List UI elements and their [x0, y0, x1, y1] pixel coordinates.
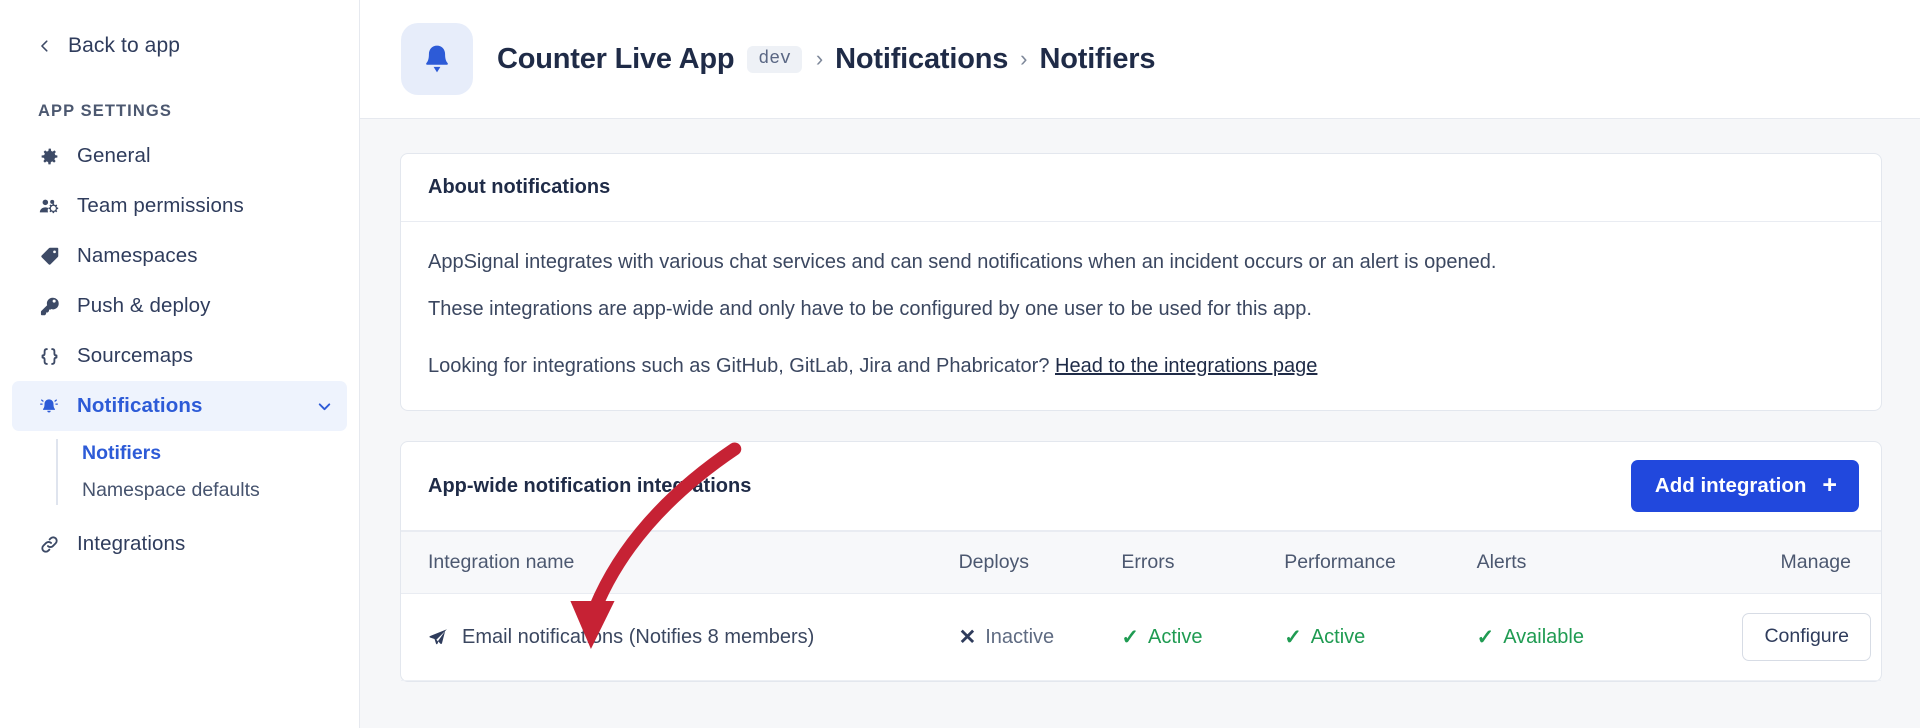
check-icon: ✓ — [1284, 625, 1302, 649]
sidebar-item-notifications[interactable]: Notifications — [12, 381, 347, 431]
sidebar-item-general[interactable]: General — [12, 131, 347, 181]
configure-button[interactable]: Configure — [1742, 613, 1871, 661]
bell-alert-icon — [38, 395, 60, 417]
add-integration-label: Add integration — [1654, 473, 1807, 497]
sidebar: Back to app APP SETTINGS General Team pe… — [0, 0, 360, 728]
page-content: About notifications AppSignal integrates… — [360, 119, 1920, 728]
check-icon: ✓ — [1476, 625, 1495, 649]
braces-icon — [38, 346, 60, 367]
table-header-row: Integration name Deploys Errors Performa… — [401, 531, 1881, 594]
sidebar-item-label: Team permissions — [77, 194, 244, 217]
about-paragraph-3-text: Looking for integrations such as GitHub,… — [428, 355, 1056, 377]
about-paragraph-2: These integrations are app-wide and only… — [428, 298, 1312, 320]
back-to-app-link[interactable]: Back to app — [0, 28, 359, 64]
status-badge: ✓ Active — [1121, 626, 1264, 649]
sidebar-item-label: Sourcemaps — [77, 344, 194, 367]
about-paragraph-1: AppSignal integrates with various chat s… — [428, 251, 1497, 273]
about-card-body: AppSignal integrates with various chat s… — [401, 222, 1881, 410]
about-paragraph-3: Looking for integrations such as GitHub,… — [428, 351, 1854, 382]
status-badge: ✕ Inactive — [959, 626, 1102, 649]
column-performance: Performance — [1274, 531, 1467, 594]
column-errors: Errors — [1111, 531, 1275, 594]
breadcrumb: Counter Live App dev › Notifications › N… — [497, 42, 1156, 76]
integrations-table: Integration name Deploys Errors Performa… — [401, 531, 1881, 681]
key-icon — [38, 296, 60, 317]
sidebar-item-label: General — [77, 144, 151, 167]
chevron-right-separator: › — [815, 46, 824, 71]
status-badge: ✓ Available — [1477, 626, 1649, 649]
app-wide-integrations-card: App-wide notification integrations Add i… — [400, 441, 1882, 682]
sidebar-item-integrations[interactable]: Integrations — [12, 519, 347, 569]
back-to-app-label: Back to app — [68, 34, 181, 57]
sidebar-item-sourcemaps[interactable]: Sourcemaps — [12, 331, 347, 381]
page-header: Counter Live App dev › Notifications › N… — [360, 0, 1920, 119]
status-badge: ✓ Active — [1284, 626, 1456, 649]
performance-status-cell: ✓ Active — [1274, 593, 1467, 681]
chevron-left-icon — [38, 39, 52, 53]
gear-icon — [38, 146, 60, 167]
bell-icon — [401, 23, 473, 95]
integration-name-cell: Email notifications (Notifies 8 members) — [401, 593, 949, 681]
sidebar-item-label: Integrations — [77, 532, 186, 555]
people-gear-icon — [38, 195, 60, 217]
column-manage: Manage — [1658, 531, 1881, 594]
integration-name-text: Email notifications (Notifies 8 members) — [462, 625, 815, 648]
tag-icon — [38, 246, 60, 267]
sidebar-item-label: Push & deploy — [77, 294, 211, 317]
subnav-rail — [56, 439, 58, 505]
link-icon — [38, 534, 60, 555]
deploys-status-label: Inactive — [985, 625, 1055, 648]
alerts-status-label: Available — [1503, 625, 1584, 648]
sidebar-item-label: Namespaces — [77, 244, 198, 267]
manage-cell: Configure — [1658, 593, 1881, 681]
table-row: Email notifications (Notifies 8 members)… — [401, 593, 1881, 681]
errors-status-label: Active — [1148, 625, 1203, 648]
integrations-table-head: Integration name Deploys Errors Performa… — [401, 531, 1881, 594]
paper-plane-icon — [428, 627, 449, 648]
column-deploys: Deploys — [948, 531, 1112, 594]
sidebar-item-notifiers[interactable]: Notifiers — [58, 435, 359, 472]
performance-status-label: Active — [1310, 625, 1366, 648]
deploys-status-cell: ✕ Inactive — [948, 593, 1112, 681]
errors-status-cell: ✓ Active — [1111, 593, 1275, 681]
about-card-title: About notifications — [401, 154, 1881, 222]
main-area: Counter Live App dev › Notifications › N… — [360, 0, 1920, 728]
sidebar-item-namespaces[interactable]: Namespaces — [12, 231, 347, 281]
integrations-page-link[interactable]: Head to the integrations page — [1055, 355, 1317, 377]
integrations-table-body: Email notifications (Notifies 8 members)… — [401, 593, 1881, 681]
environment-badge: dev — [747, 45, 802, 73]
sidebar-item-push-deploy[interactable]: Push & deploy — [12, 281, 347, 331]
integrations-card-header: App-wide notification integrations Add i… — [401, 442, 1881, 531]
breadcrumb-app-name[interactable]: Counter Live App — [497, 43, 735, 76]
sidebar-section-title: APP SETTINGS — [38, 102, 172, 120]
about-notifications-card: About notifications AppSignal integrates… — [400, 153, 1882, 411]
sidebar-subnav: Notifiers Namespace defaults — [0, 435, 359, 509]
plus-icon: + — [1822, 471, 1837, 499]
column-alerts: Alerts — [1466, 531, 1659, 594]
sidebar-item-team-permissions[interactable]: Team permissions — [12, 181, 347, 231]
sidebar-item-namespace-defaults[interactable]: Namespace defaults — [58, 472, 359, 509]
column-integration-name: Integration name — [401, 531, 949, 594]
check-icon: ✓ — [1121, 625, 1139, 649]
chevron-down-icon[interactable] — [316, 398, 333, 415]
sidebar-item-label: Notifications — [77, 394, 203, 417]
breadcrumb-notifications[interactable]: Notifications — [835, 43, 1008, 76]
app-root: Back to app APP SETTINGS General Team pe… — [0, 0, 1920, 728]
breadcrumb-notifiers: Notifiers — [1039, 42, 1156, 75]
alerts-status-cell: ✓ Available — [1466, 593, 1659, 681]
cross-icon: ✕ — [958, 625, 977, 649]
integrations-card-title: App-wide notification integrations — [428, 474, 752, 497]
chevron-right-separator: › — [1020, 46, 1028, 71]
add-integration-button[interactable]: Add integration + — [1630, 460, 1859, 512]
